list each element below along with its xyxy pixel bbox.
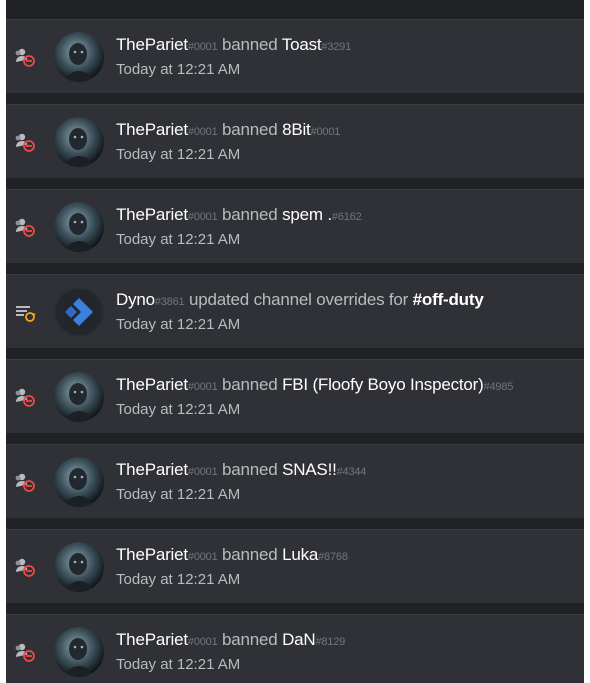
audit-log-panel: ThePariet#0001 banned Toast#3291 Today a… xyxy=(6,0,584,683)
dyno-avatar[interactable] xyxy=(54,287,104,337)
entry-summary: ThePariet#0001 banned DaN#8129 xyxy=(116,630,345,650)
member-ban-icon xyxy=(14,387,36,407)
actor-discriminator: #0001 xyxy=(187,211,218,223)
actor-name[interactable]: ThePariet xyxy=(116,205,188,224)
target-name: FBI (Floofy Boyo Inspector) xyxy=(282,375,484,394)
member-ban-icon xyxy=(14,557,36,577)
timestamp: Today at 12:21 AM xyxy=(116,401,241,418)
target-discriminator: #8768 xyxy=(318,551,348,563)
avatar[interactable] xyxy=(54,202,104,252)
avatar[interactable] xyxy=(54,372,104,422)
avatar[interactable] xyxy=(54,117,104,167)
actor-discriminator: #0001 xyxy=(187,466,218,478)
action-text: banned xyxy=(217,35,282,54)
channel-update-icon xyxy=(14,302,36,322)
channel-name[interactable]: #off-duty xyxy=(413,290,484,309)
target-name: DaN xyxy=(282,630,316,649)
actor-discriminator: #0001 xyxy=(187,636,218,648)
target-discriminator: #4344 xyxy=(336,466,367,478)
actor-name[interactable]: ThePariet xyxy=(116,545,188,564)
member-ban-icon xyxy=(14,217,36,237)
target-name: 8Bit xyxy=(282,120,311,139)
actor-name[interactable]: Dyno xyxy=(116,290,155,309)
entry-summary: ThePariet#0001 banned Luka#8768 xyxy=(116,545,348,565)
avatar[interactable] xyxy=(54,32,104,82)
actor-discriminator: #0001 xyxy=(187,381,218,393)
audit-log-entry[interactable]: ThePariet#0001 banned Luka#8768 Today at… xyxy=(6,529,584,603)
audit-log-entry[interactable]: ThePariet#0001 banned FBI (Floofy Boyo I… xyxy=(6,359,584,433)
action-text: banned xyxy=(217,545,283,564)
actor-discriminator: #0001 xyxy=(187,41,218,53)
actor-discriminator: #0001 xyxy=(187,126,218,138)
actor-name[interactable]: ThePariet xyxy=(116,35,188,54)
target-discriminator: #6162 xyxy=(331,211,362,223)
action-text: banned xyxy=(217,460,283,479)
actor-discriminator: #0001 xyxy=(187,551,218,563)
target-name: spem . xyxy=(282,205,332,224)
actor-name[interactable]: ThePariet xyxy=(116,630,188,649)
member-ban-icon xyxy=(14,132,36,152)
avatar[interactable] xyxy=(54,457,104,507)
timestamp: Today at 12:21 AM xyxy=(116,231,241,248)
target-discriminator: #4985 xyxy=(483,381,514,393)
target-discriminator: #8129 xyxy=(315,636,346,648)
member-ban-icon xyxy=(14,642,36,662)
action-text: banned xyxy=(217,120,283,139)
entry-summary: ThePariet#0001 banned spem .#6162 xyxy=(116,205,362,225)
entry-summary: Dyno#3861 updated channel overrides for … xyxy=(116,290,484,310)
member-ban-icon xyxy=(14,47,36,67)
timestamp: Today at 12:21 AM xyxy=(116,146,241,163)
actor-discriminator: #3861 xyxy=(154,296,185,308)
action-text: updated channel overrides for xyxy=(184,290,413,309)
actor-name[interactable]: ThePariet xyxy=(116,460,188,479)
entry-summary: ThePariet#0001 banned FBI (Floofy Boyo I… xyxy=(116,375,513,395)
member-ban-icon xyxy=(14,472,36,492)
target-name: Luka xyxy=(282,545,319,564)
avatar[interactable] xyxy=(54,542,104,592)
action-text: banned xyxy=(217,630,283,649)
timestamp: Today at 12:21 AM xyxy=(116,656,241,673)
timestamp: Today at 12:21 AM xyxy=(116,316,241,333)
timestamp: Today at 12:21 AM xyxy=(116,61,241,78)
audit-log-entry[interactable]: Dyno#3861 updated channel overrides for … xyxy=(6,274,584,348)
target-name: SNAS!! xyxy=(282,460,337,479)
avatar[interactable] xyxy=(54,627,104,677)
timestamp: Today at 12:21 AM xyxy=(116,571,241,588)
target-discriminator: #0001 xyxy=(310,126,341,138)
audit-log-entry[interactable]: ThePariet#0001 banned SNAS!!#4344 Today … xyxy=(6,444,584,518)
target-name: Toast xyxy=(281,35,322,54)
entry-summary: ThePariet#0001 banned SNAS!!#4344 xyxy=(116,460,366,480)
audit-log-entry[interactable]: ThePariet#0001 banned 8Bit#0001 Today at… xyxy=(6,104,584,178)
audit-log-entry[interactable]: ThePariet#0001 banned spem .#6162 Today … xyxy=(6,189,584,263)
target-discriminator: #3291 xyxy=(321,41,352,53)
audit-log-entry[interactable]: ThePariet#0001 banned Toast#3291 Today a… xyxy=(6,19,584,93)
timestamp: Today at 12:21 AM xyxy=(116,486,241,503)
entry-summary: ThePariet#0001 banned 8Bit#0001 xyxy=(116,120,340,140)
actor-name[interactable]: ThePariet xyxy=(116,375,188,394)
entry-summary: ThePariet#0001 banned Toast#3291 xyxy=(116,35,351,55)
action-text: banned xyxy=(217,205,283,224)
audit-log-entry[interactable]: ThePariet#0001 banned DaN#8129 Today at … xyxy=(6,614,584,683)
action-text: banned xyxy=(217,375,283,394)
actor-name[interactable]: ThePariet xyxy=(116,120,188,139)
